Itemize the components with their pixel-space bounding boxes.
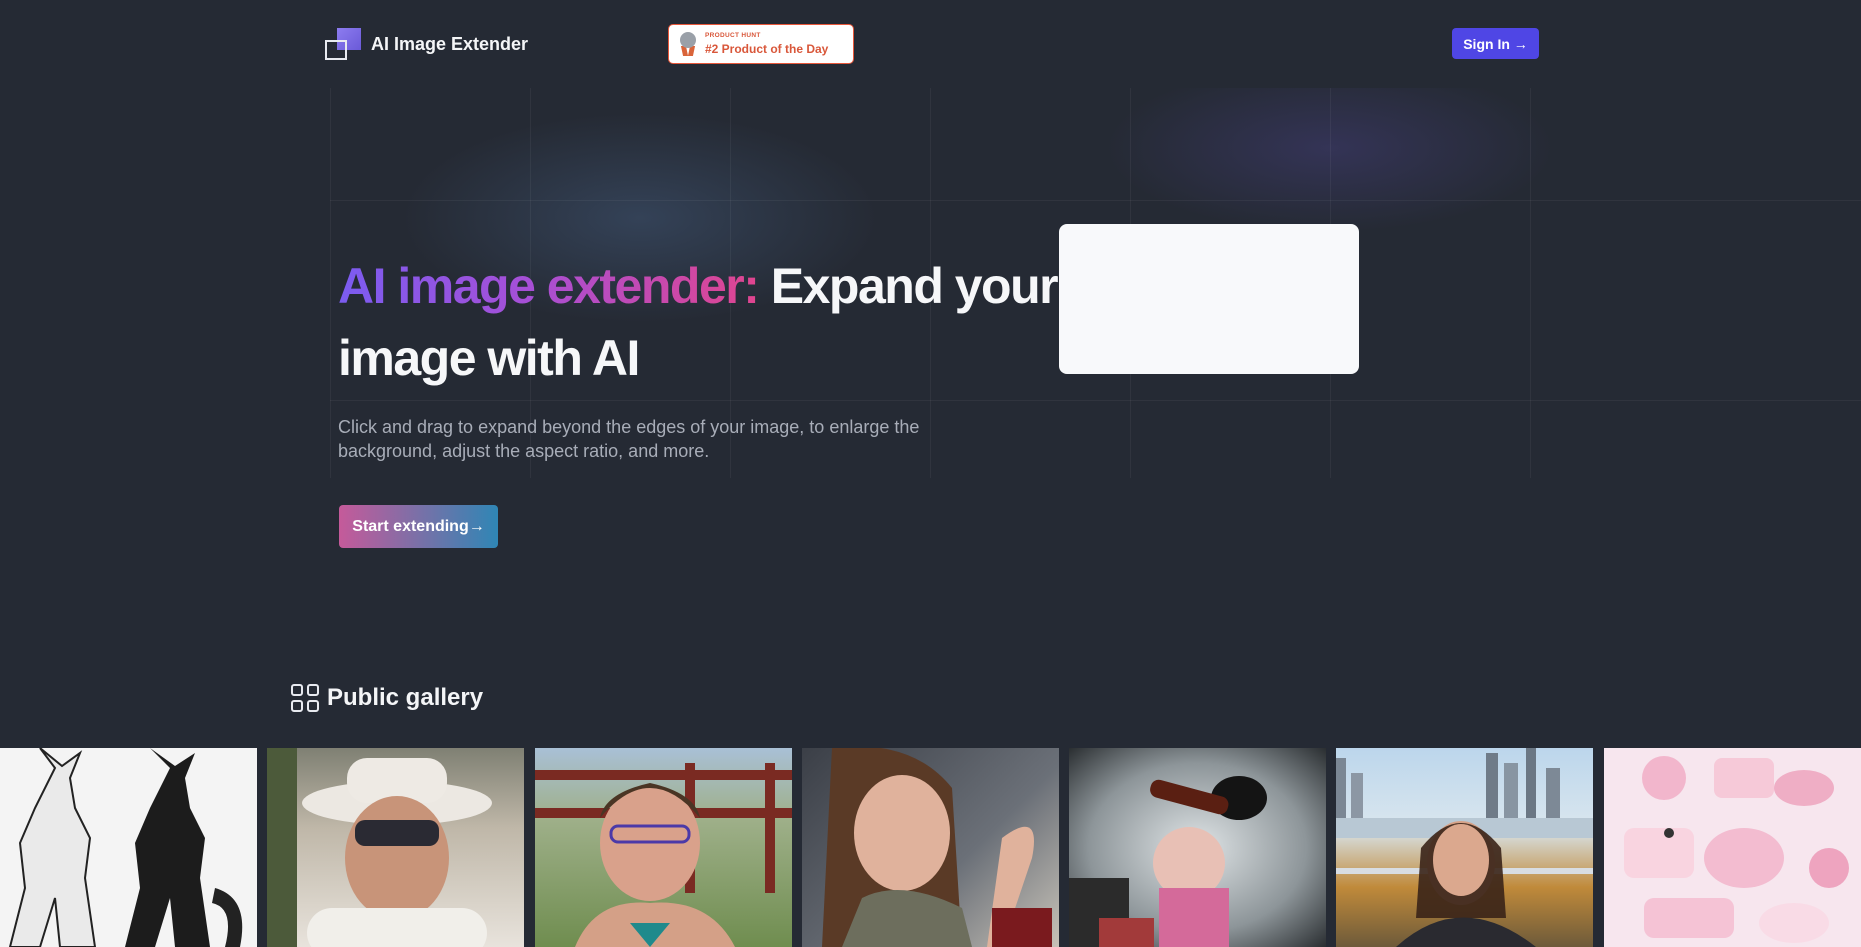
logo-icon <box>325 28 361 60</box>
gallery-item-dragon[interactable] <box>0 748 257 947</box>
hero-headline: AI image extender: Expand your image wit… <box>338 250 1059 394</box>
preview-card <box>1059 224 1359 374</box>
badge-source: PRODUCT HUNT <box>705 32 761 40</box>
brand-logo[interactable]: AI Image Extender <box>325 28 528 60</box>
sign-in-button[interactable]: Sign In → <box>1452 28 1539 59</box>
gallery-item-woman-fence[interactable] <box>535 748 792 947</box>
medal-icon <box>679 32 697 56</box>
gallery-item-pink-texture[interactable] <box>1604 748 1861 947</box>
brand-name: AI Image Extender <box>371 33 529 54</box>
hero-subtext: Click and drag to expand beyond the edge… <box>338 417 920 461</box>
product-hunt-badge[interactable]: PRODUCT HUNT #2 Product of the Day <box>668 24 854 64</box>
gallery-item-woman-selfie[interactable] <box>802 748 1059 947</box>
gallery-item-woman-skyline[interactable] <box>1336 748 1593 947</box>
gallery-item-woman-drinking[interactable] <box>1069 748 1326 947</box>
headline-highlight: AI image extender: <box>338 258 760 314</box>
start-extending-button[interactable]: Start extending→ <box>339 505 498 548</box>
badge-title: #2 Product of the Day <box>705 41 829 56</box>
site-header: AI Image Extender PRODUCT HUNT #2 Produc… <box>0 0 1861 88</box>
gallery-item-woman-hat[interactable] <box>267 748 524 947</box>
gallery-title: Public gallery <box>327 684 484 711</box>
grid-icon <box>291 684 319 712</box>
gallery-heading: Public gallery <box>291 684 483 712</box>
